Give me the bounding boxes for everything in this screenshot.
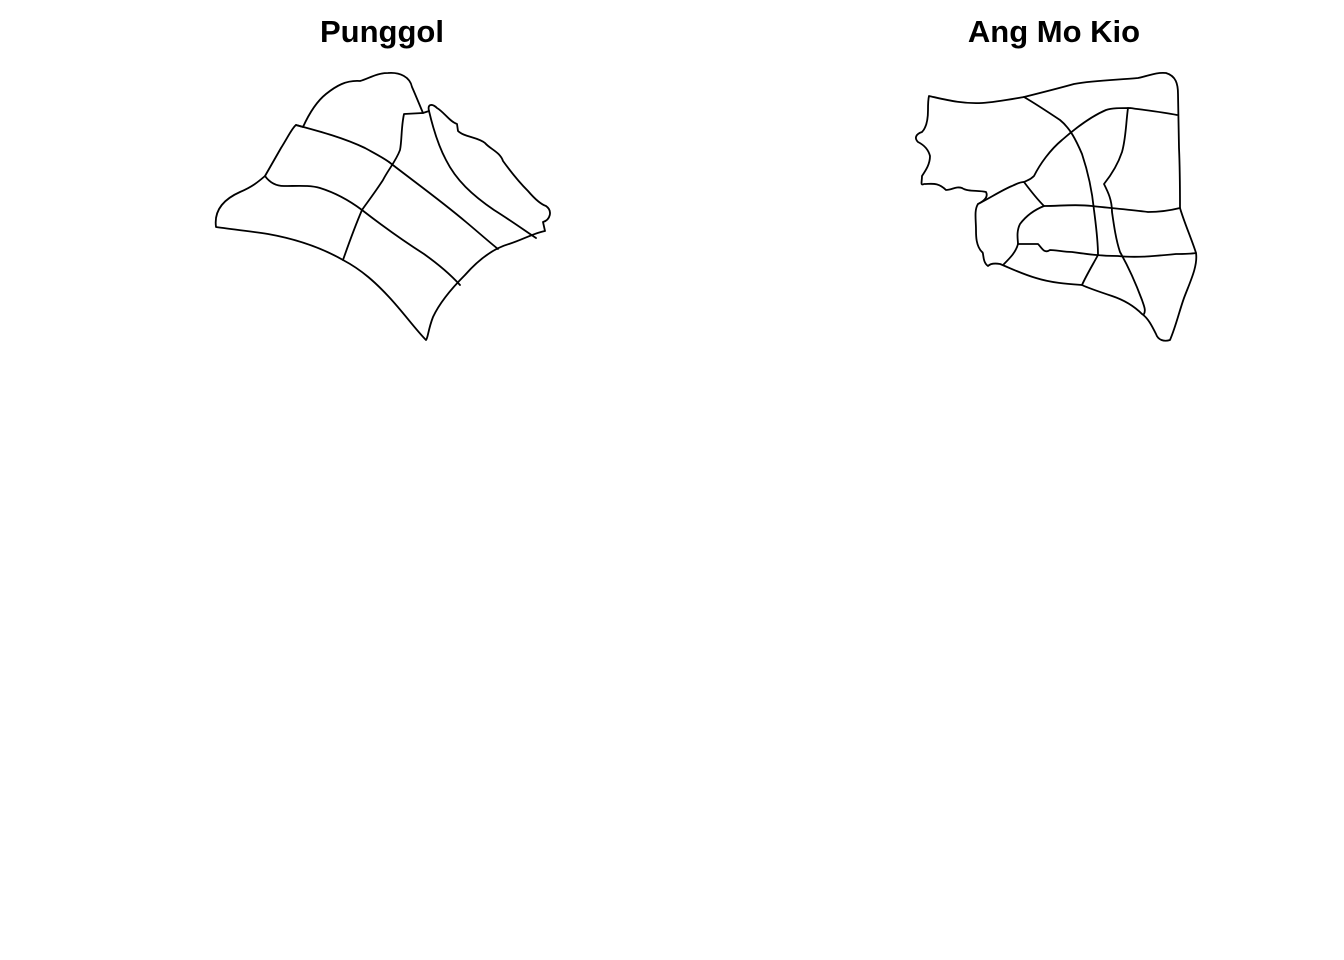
punggol-map [214, 72, 551, 341]
amk-subzone-boundary [1016, 205, 1197, 258]
ang-mo-kio-outline [915, 71, 1198, 342]
punggol-subzone-boundary [342, 112, 424, 261]
punggol-subzone-boundary [388, 161, 499, 250]
amk-subzone-boundary [977, 181, 1025, 205]
amk-subzone-boundary [1081, 254, 1099, 286]
map-panel-punggol: Punggol [0, 0, 672, 400]
punggol-subzone-boundary [361, 209, 461, 286]
amk-subzone-boundary [1003, 243, 1019, 265]
punggol-subzone-boundary [428, 110, 537, 239]
punggol-subzone-boundary [264, 175, 363, 211]
ang-mo-kio-map [915, 71, 1198, 342]
amk-subzone-boundary [1023, 181, 1181, 213]
map-panel-ang-mo-kio: Ang Mo Kio [672, 0, 1344, 400]
amk-subzone-boundary [1023, 107, 1178, 183]
punggol-outline [214, 72, 551, 341]
punggol-subzone-boundary [295, 124, 390, 163]
